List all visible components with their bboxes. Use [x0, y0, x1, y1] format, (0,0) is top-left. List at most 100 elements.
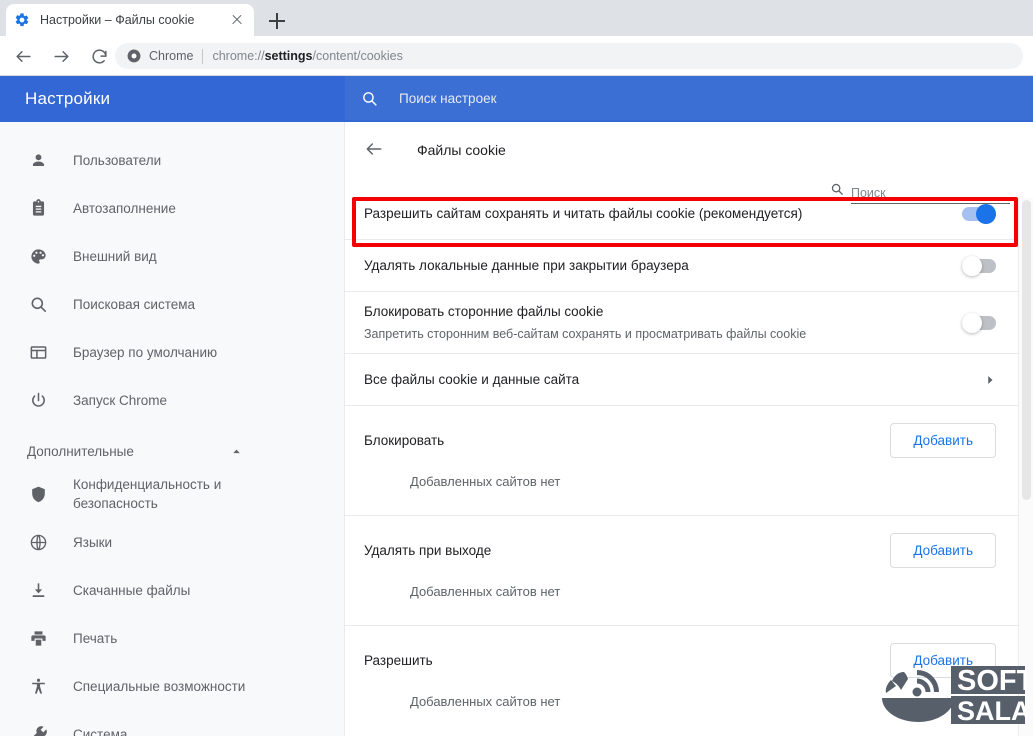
sidebar-section-advanced[interactable]: Дополнительные: [0, 424, 344, 470]
browser-toolbar: Chrome chrome://settings/content/cookies: [0, 36, 1033, 76]
sidebar-item-default-browser[interactable]: Браузер по умолчанию: [0, 328, 344, 376]
omnibox-url-bold: settings: [264, 49, 313, 63]
toggle-clear-on-exit[interactable]: [962, 255, 996, 276]
new-tab-button[interactable]: [264, 8, 290, 34]
power-icon: [27, 389, 49, 411]
settings-search-bar[interactable]: Поиск настроек: [345, 76, 1033, 120]
browser-window: Настройки – Файлы cookie Chrome chrome:/…: [0, 0, 1033, 736]
settings-search-input[interactable]: Поиск настроек: [399, 91, 497, 106]
section-title: Блокировать: [364, 432, 445, 448]
address-bar[interactable]: Chrome chrome://settings/content/cookies: [115, 43, 1023, 69]
scrollbar-thumb[interactable]: [1022, 200, 1031, 500]
row-text: Все файлы cookie и данные сайта: [364, 370, 984, 389]
section-empty-text: Добавленных сайтов нет: [410, 474, 561, 489]
row-clear-on-exit[interactable]: Удалять локальные данные при закрытии бр…: [345, 240, 1018, 292]
toggle-allow-cookies[interactable]: [962, 203, 996, 224]
settings-gear-icon: [14, 12, 30, 28]
settings-brand: Настройки: [0, 76, 345, 122]
sidebar-item-label: Внешний вид: [73, 248, 157, 264]
download-icon: [27, 579, 49, 601]
add-button[interactable]: Добавить: [890, 422, 996, 458]
add-button[interactable]: Добавить: [890, 642, 996, 678]
section-header: Разрешить Добавить: [364, 626, 996, 694]
omnibox-scheme-label: Chrome: [149, 49, 194, 63]
chrome-logo-icon: [127, 49, 141, 63]
sidebar-item-label: Пользователи: [73, 152, 162, 168]
row-title: Все файлы cookie и данные сайта: [364, 372, 580, 387]
chevron-right-icon: [984, 374, 996, 386]
section-empty-text: Добавленных сайтов нет: [410, 694, 561, 709]
sidebar-section-label: Дополнительные: [27, 443, 134, 459]
omnibox-url-prefix: chrome://: [212, 49, 265, 63]
sidebar-item-startup[interactable]: Запуск Chrome: [0, 376, 344, 424]
toggle-knob: [976, 203, 996, 224]
content-header: Файлы cookie: [345, 122, 1018, 178]
toggle-block-third-party[interactable]: [962, 312, 996, 333]
close-icon[interactable]: [228, 11, 246, 29]
settings-page: Настройки Поиск настроек Пользователи Ав…: [0, 76, 1033, 736]
sidebar-item-autofill[interactable]: Автозаполнение: [0, 184, 344, 232]
row-subtitle: Запретить сторонним веб-сайтам сохранять…: [364, 327, 807, 341]
browser-window-icon: [27, 341, 49, 363]
row-allow-cookies[interactable]: Разрешить сайтам сохранять и читать файл…: [345, 188, 1018, 240]
sidebar-item-label: Поисковая система: [73, 296, 196, 312]
sidebar-item-label: Автозаполнение: [73, 200, 176, 216]
sidebar-item-label: Браузер по умолчанию: [73, 344, 218, 360]
page-scrollbar[interactable]: [1018, 198, 1033, 736]
accessibility-icon: [27, 675, 49, 697]
back-arrow-icon[interactable]: [8, 41, 38, 71]
section-block: Блокировать Добавить Добавленных сайтов …: [345, 406, 1018, 515]
content-title: Файлы cookie: [417, 142, 506, 158]
omnibox-url: chrome://settings/content/cookies: [212, 49, 402, 63]
forward-arrow-icon[interactable]: [46, 41, 76, 71]
sidebar-item-appearance[interactable]: Внешний вид: [0, 232, 344, 280]
sidebar-item-search-engine[interactable]: Поисковая система: [0, 280, 344, 328]
row-text: Разрешить сайтам сохранять и читать файл…: [364, 204, 962, 223]
tab-title: Настройки – Файлы cookie: [40, 13, 195, 27]
wrench-icon: [27, 723, 49, 736]
section-header: Блокировать Добавить: [364, 406, 996, 474]
sidebar-item-label: Запуск Chrome: [73, 392, 167, 408]
section-allow: Разрешить Добавить Добавленных сайтов не…: [345, 626, 1018, 735]
settings-content: Файлы cookie Поиск Разрешить сайтам сохр…: [345, 122, 1018, 736]
sidebar-item-privacy-security[interactable]: Конфиденциальность и безопасность: [0, 470, 344, 518]
reload-icon[interactable]: [84, 41, 114, 71]
omnibox-divider: [202, 48, 204, 64]
toggle-knob: [962, 312, 982, 333]
section-header: Удалять при выходе Добавить: [364, 516, 996, 584]
sidebar-item-people[interactable]: Пользователи: [0, 136, 344, 184]
row-all-cookies-data[interactable]: Все файлы cookie и данные сайта: [345, 354, 1018, 406]
row-title: Удалять локальные данные при закрытии бр…: [364, 258, 689, 273]
sidebar-item-languages[interactable]: Языки: [0, 518, 344, 566]
section-title: Удалять при выходе: [364, 542, 492, 558]
omnibox-url-suffix: /content/cookies: [312, 49, 403, 63]
tab-strip: Настройки – Файлы cookie: [0, 0, 1033, 36]
sidebar-item-accessibility[interactable]: Специальные возможности: [0, 662, 344, 710]
settings-sidebar: Пользователи Автозаполнение Внешний вид …: [0, 122, 345, 736]
browser-tab[interactable]: Настройки – Файлы cookie: [6, 4, 254, 36]
palette-icon: [27, 245, 49, 267]
section-title: Разрешить: [364, 652, 433, 668]
row-title: Разрешить сайтам сохранять и читать файл…: [364, 206, 803, 221]
section-clear-on-exit: Удалять при выходе Добавить Добавленных …: [345, 516, 1018, 625]
sidebar-item-label: Конфиденциальность и безопасность: [73, 477, 222, 511]
back-arrow-icon[interactable]: [364, 139, 386, 161]
sidebar-item-printing[interactable]: Печать: [0, 614, 344, 662]
row-title: Блокировать сторонние файлы cookie: [364, 304, 604, 319]
shield-icon: [27, 483, 49, 505]
section-empty-text: Добавленных сайтов нет: [410, 584, 561, 599]
chevron-up-icon: [230, 445, 243, 458]
printer-icon: [27, 627, 49, 649]
clipboard-icon: [27, 197, 49, 219]
page-title: Настройки: [25, 89, 111, 108]
add-button[interactable]: Добавить: [890, 532, 996, 568]
sidebar-item-label: Скачанные файлы: [73, 582, 191, 598]
magnifier-icon: [27, 293, 49, 315]
row-block-third-party[interactable]: Блокировать сторонние файлы cookie Запре…: [345, 292, 1018, 354]
sidebar-item-label: Языки: [73, 534, 113, 550]
sidebar-item-downloads[interactable]: Скачанные файлы: [0, 566, 344, 614]
row-text: Удалять локальные данные при закрытии бр…: [364, 256, 962, 275]
sidebar-item-label: Специальные возможности: [73, 678, 246, 694]
sidebar-item-system[interactable]: Система: [0, 710, 344, 736]
settings-top-bar: Настройки Поиск настроек: [0, 76, 1033, 122]
